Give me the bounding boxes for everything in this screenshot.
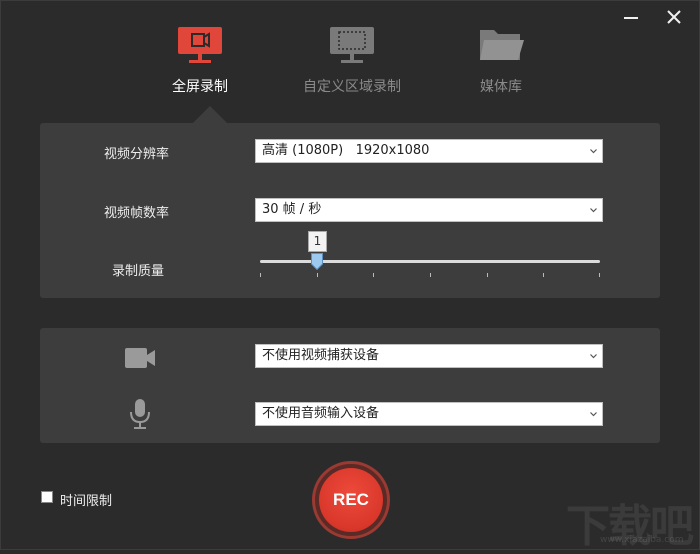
close-button[interactable] [663,6,685,28]
microphone-value: 不使用音频输入设备 [262,406,380,421]
folder-icon [480,30,524,60]
framerate-value: 30 帧 / 秒 [262,202,322,217]
microphone-icon [130,399,150,429]
slider-tick [317,273,318,277]
slider-tick [430,273,431,277]
tab-custom-region-record[interactable]: 自定义区域录制 [282,26,422,96]
slider-tick [599,273,600,277]
quality-label: 录制质量 [112,264,165,279]
time-limit-label[interactable]: 时间限制 [60,490,112,509]
tab-label: 媒体库 [480,79,522,95]
capture-devices-panel: 不使用视频捕获设备 不使用音频输入设备 [40,328,660,443]
slider-tick [260,273,261,277]
slider-tick [487,273,488,277]
slider-tick [373,273,374,277]
slider-tick [543,273,544,277]
minimize-button[interactable] [620,6,642,28]
watermark-url: www.xiazaiba.com [600,535,684,545]
tab-fullscreen-record[interactable]: 全屏录制 [130,26,270,96]
monitor-region-icon [330,27,374,63]
chevron-down-icon [590,354,597,359]
resolution-value: 高清 (1080P) 1920x1080 [262,143,430,158]
quality-value-tooltip: 1 [308,231,327,252]
framerate-select[interactable]: 30 帧 / 秒 [255,198,603,222]
audio-input-device-select[interactable]: 不使用音频输入设备 [255,402,603,426]
tab-label: 自定义区域录制 [303,79,401,95]
tab-label: 全屏录制 [172,79,228,95]
chevron-down-icon [590,208,597,213]
framerate-label: 视频帧数率 [104,206,170,221]
chevron-down-icon [590,149,597,154]
resolution-select[interactable]: 高清 (1080P) 1920x1080 [255,139,603,163]
chevron-down-icon [590,412,597,417]
resolution-label: 视频分辨率 [104,147,170,162]
minimize-icon [624,17,638,19]
quality-slider-thumb[interactable] [311,253,323,270]
time-limit-checkbox[interactable] [41,491,53,503]
tab-media-library[interactable]: 媒体库 [431,26,571,96]
recording-settings-panel: 视频分辨率 高清 (1080P) 1920x1080 视频帧数率 30 帧 / … [40,123,660,298]
monitor-record-icon [178,27,222,63]
close-icon [667,10,681,24]
rec-button[interactable]: REC [319,468,383,532]
camera-icon [125,348,155,368]
active-tab-pointer [193,106,227,123]
camera-value: 不使用视频捕获设备 [262,348,380,363]
video-capture-device-select[interactable]: 不使用视频捕获设备 [255,344,603,368]
